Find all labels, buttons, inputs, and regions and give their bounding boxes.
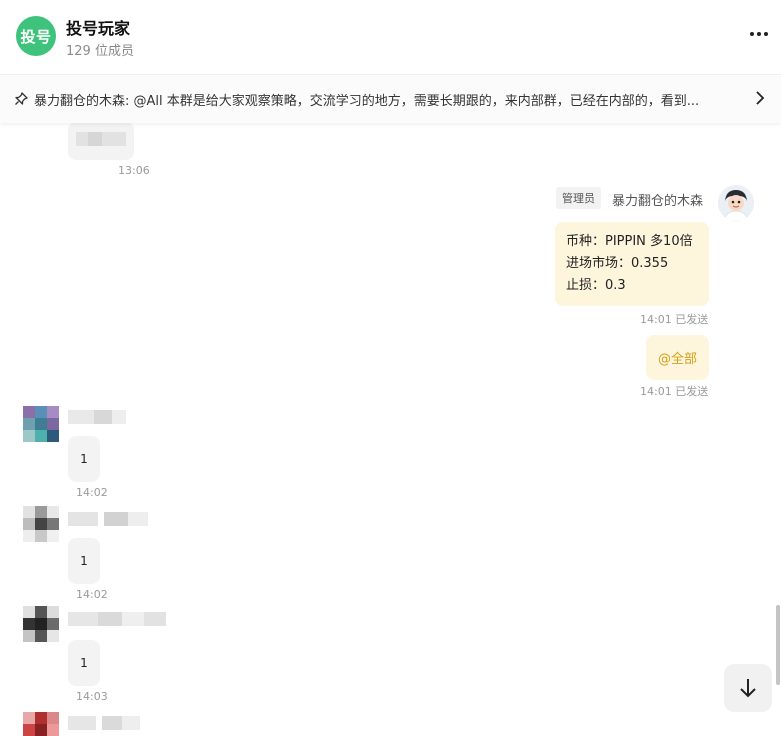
user-name-blurred <box>68 716 140 730</box>
message-time: 14:02 <box>76 486 108 499</box>
sender-name[interactable]: 暴力翻仓的木森 <box>612 190 703 209</box>
group-avatar[interactable]: 投号 <box>16 16 56 56</box>
message-time: 13:06 <box>118 164 150 177</box>
user-avatar[interactable] <box>23 712 59 736</box>
signal-line-stoploss: 止损：0.3 <box>566 278 626 293</box>
arrow-down-icon <box>740 679 756 698</box>
reply-message[interactable]: 1 <box>68 640 100 686</box>
user-avatar[interactable] <box>23 606 59 642</box>
pinned-message-text: 暴力翻仓的木森: @All 本群是给大家观察策略，交流学习的地方，需要长期跟的，… <box>34 93 700 109</box>
scroll-to-bottom-button[interactable] <box>724 664 772 712</box>
signal-line-entry: 进场市场：0.355 <box>566 256 669 271</box>
user-avatar[interactable] <box>23 506 59 542</box>
reply-message[interactable]: 1 <box>68 436 100 482</box>
mention-all-message[interactable]: @全部 <box>646 335 710 380</box>
admin-signal-message[interactable]: 币种：PIPPIN 多10倍 进场市场：0.355 止损：0.3 <box>555 222 709 306</box>
more-options-icon[interactable] <box>747 24 771 44</box>
admin-role-badge: 管理员 <box>556 187 601 209</box>
pin-icon <box>14 92 28 106</box>
message-status: 14:01 已发送 <box>640 385 709 398</box>
user-avatar[interactable] <box>23 406 59 442</box>
reply-message[interactable]: 1 <box>68 538 100 584</box>
chevron-right-icon[interactable] <box>751 89 769 107</box>
scrollbar[interactable] <box>776 605 780 685</box>
user-name-blurred <box>68 612 166 626</box>
message-time: 14:02 <box>76 588 108 601</box>
user-name-blurred <box>68 512 148 526</box>
user-name-blurred <box>68 410 126 424</box>
chat-header: 投号 投号玩家 129 位成员 <box>0 0 781 74</box>
message-time: 14:03 <box>76 690 108 703</box>
admin-avatar[interactable] <box>718 185 754 221</box>
signal-line-coin: 币种：PIPPIN 多10倍 <box>566 234 693 249</box>
message-list[interactable]: 13:06 管理员 暴力翻仓的木森 币种：PIPPIN 多10倍 进场市场：0.… <box>0 122 781 736</box>
member-count[interactable]: 129 位成员 <box>66 40 134 59</box>
blurred-message-bubble <box>68 122 134 160</box>
group-name[interactable]: 投号玩家 <box>66 15 130 39</box>
pinned-message-bar[interactable]: 暴力翻仓的木森: @All 本群是给大家观察策略，交流学习的地方，需要长期跟的，… <box>0 74 781 123</box>
message-status: 14:01 已发送 <box>640 313 709 326</box>
